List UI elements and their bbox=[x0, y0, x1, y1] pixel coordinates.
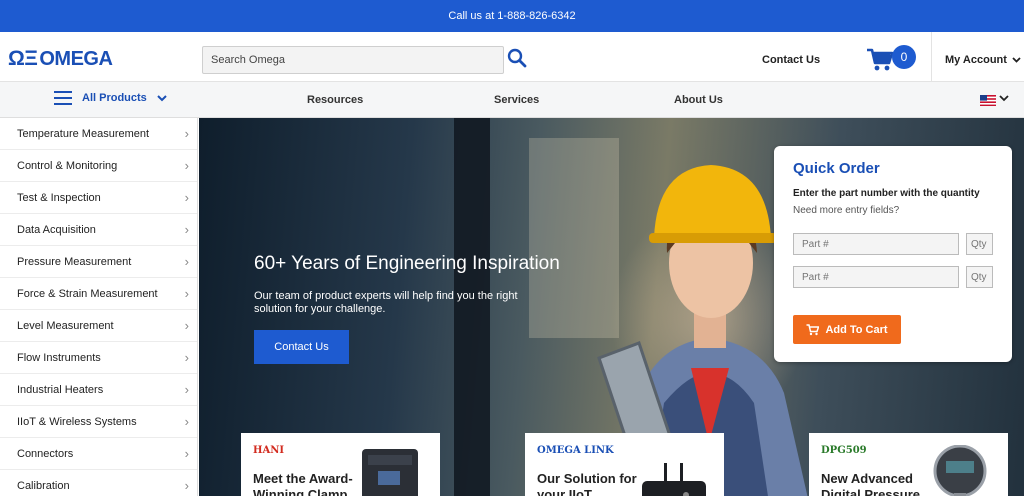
card-title: Our Solution for your IIoT bbox=[537, 471, 637, 496]
sidebar-item-control[interactable]: Control & Monitoring › bbox=[0, 150, 197, 182]
sidebar-item-level[interactable]: Level Measurement › bbox=[0, 310, 197, 342]
chevron-down-icon bbox=[157, 94, 167, 101]
sidebar-item-label: Pressure Measurement bbox=[17, 255, 132, 268]
search-icon bbox=[507, 48, 527, 68]
chevron-right-icon: › bbox=[184, 318, 189, 333]
part-number-input-2[interactable] bbox=[793, 266, 959, 288]
promo-card-hani[interactable]: HANI Meet the Award-Winning Clamp bbox=[241, 433, 440, 496]
chevron-right-icon: › bbox=[184, 286, 189, 301]
us-flag-icon[interactable] bbox=[980, 95, 996, 106]
promo-card-omega-link[interactable]: OMEGA LINK Our Solution for your IIoT bbox=[525, 433, 724, 496]
main-nav: All Products Resources Services About Us bbox=[0, 82, 1024, 118]
my-account-label: My Account bbox=[945, 54, 1007, 66]
sidebar-item-label: Industrial Heaters bbox=[17, 383, 104, 396]
quick-order-panel: Quick Order Enter the part number with t… bbox=[774, 146, 1012, 362]
more-entry-fields-link[interactable]: Need more entry fields? bbox=[793, 205, 899, 216]
clamp-device-image bbox=[362, 449, 418, 496]
sidebar-item-test[interactable]: Test & Inspection › bbox=[0, 182, 197, 214]
nav-about-us[interactable]: About Us bbox=[674, 94, 723, 106]
chevron-right-icon: › bbox=[184, 414, 189, 429]
chevron-right-icon: › bbox=[184, 222, 189, 237]
chevron-right-icon: › bbox=[184, 478, 189, 493]
card-tag: DPG509 bbox=[821, 445, 867, 456]
sidebar-item-temperature[interactable]: Temperature Measurement › bbox=[0, 118, 197, 150]
chevron-right-icon: › bbox=[184, 158, 189, 173]
nav-resources[interactable]: Resources bbox=[307, 94, 363, 106]
category-sidebar: Temperature Measurement › Control & Monit… bbox=[0, 118, 198, 496]
chevron-right-icon: › bbox=[184, 126, 189, 141]
hero-contact-button[interactable]: Contact Us bbox=[254, 330, 349, 364]
sidebar-item-label: Temperature Measurement bbox=[17, 127, 150, 140]
cart-button[interactable]: 0 bbox=[866, 45, 918, 73]
chevron-down-icon bbox=[1012, 57, 1021, 63]
logo-text: OMEGA bbox=[39, 47, 113, 70]
sidebar-item-label: Flow Instruments bbox=[17, 351, 101, 364]
all-products-label: All Products bbox=[82, 92, 147, 104]
hero-title: 60+ Years of Engineering Inspiration bbox=[254, 253, 560, 274]
sidebar-item-label: Calibration bbox=[17, 479, 70, 492]
hero-subtitle: Our team of product experts will help fi… bbox=[254, 290, 518, 315]
omega-symbol-icon: ΩΞ bbox=[8, 47, 38, 70]
quantity-input-2[interactable] bbox=[966, 266, 993, 288]
top-announcement-bar: Call us at 1-888-826-6342 bbox=[0, 0, 1024, 32]
sidebar-item-force-strain[interactable]: Force & Strain Measurement › bbox=[0, 278, 197, 310]
contact-us-link[interactable]: Contact Us bbox=[762, 54, 820, 66]
chevron-right-icon: › bbox=[184, 382, 189, 397]
chevron-down-icon[interactable] bbox=[999, 93, 1009, 103]
cart-count-badge: 0 bbox=[892, 45, 916, 69]
quantity-input-1[interactable] bbox=[966, 233, 993, 255]
cart-icon bbox=[867, 48, 894, 71]
sidebar-item-label: Control & Monitoring bbox=[17, 159, 118, 172]
nav-services[interactable]: Services bbox=[494, 94, 539, 106]
sidebar-item-label: Data Acquisition bbox=[17, 223, 96, 236]
sidebar-item-connectors[interactable]: Connectors › bbox=[0, 438, 197, 470]
sidebar-item-label: Level Measurement bbox=[17, 319, 114, 332]
chevron-right-icon: › bbox=[184, 254, 189, 269]
card-tag: OMEGA LINK bbox=[537, 445, 614, 456]
add-to-cart-button[interactable]: Add To Cart bbox=[793, 315, 901, 344]
quick-order-instructions: Enter the part number with the quantity bbox=[793, 188, 980, 199]
cart-icon bbox=[806, 323, 820, 335]
sidebar-item-label: Connectors bbox=[17, 447, 74, 460]
quick-order-title: Quick Order bbox=[793, 160, 880, 177]
sidebar-item-flow[interactable]: Flow Instruments › bbox=[0, 342, 197, 374]
sidebar-item-data-acquisition[interactable]: Data Acquisition › bbox=[0, 214, 197, 246]
card-title: New Advanced Digital Pressure bbox=[821, 471, 920, 496]
sidebar-item-heaters[interactable]: Industrial Heaters › bbox=[0, 374, 197, 406]
gateway-device-image bbox=[642, 463, 706, 496]
sidebar-item-calibration[interactable]: Calibration › bbox=[0, 470, 197, 496]
sidebar-item-iiot[interactable]: IIoT & Wireless Systems › bbox=[0, 406, 197, 438]
my-account-menu[interactable]: My Account bbox=[945, 54, 1021, 66]
search-box bbox=[202, 46, 504, 74]
search-button[interactable] bbox=[507, 48, 529, 70]
chevron-right-icon: › bbox=[184, 446, 189, 461]
sidebar-item-label: Force & Strain Measurement bbox=[17, 287, 158, 300]
part-number-input-1[interactable] bbox=[793, 233, 959, 255]
card-tag: HANI bbox=[253, 445, 285, 456]
header-divider bbox=[931, 32, 932, 82]
sidebar-item-label: Test & Inspection bbox=[17, 191, 101, 204]
promo-card-dpg509[interactable]: DPG509 New Advanced Digital Pressure bbox=[809, 433, 1008, 496]
hamburger-icon bbox=[54, 91, 72, 105]
omega-logo[interactable]: ΩΞ OMEGA bbox=[8, 47, 113, 70]
chevron-right-icon: › bbox=[184, 190, 189, 205]
add-to-cart-label: Add To Cart bbox=[825, 323, 888, 336]
all-products-menu[interactable]: All Products bbox=[54, 91, 167, 105]
site-header: ΩΞ OMEGA Contact Us 0 My Account bbox=[0, 32, 1024, 82]
call-us-text[interactable]: Call us at 1-888-826-6342 bbox=[448, 10, 575, 22]
chevron-right-icon: › bbox=[184, 350, 189, 365]
sidebar-item-label: IIoT & Wireless Systems bbox=[17, 415, 137, 428]
search-input[interactable] bbox=[203, 47, 503, 73]
card-title: Meet the Award-Winning Clamp bbox=[253, 471, 353, 496]
sidebar-item-pressure[interactable]: Pressure Measurement › bbox=[0, 246, 197, 278]
pressure-gauge-image bbox=[933, 445, 987, 496]
